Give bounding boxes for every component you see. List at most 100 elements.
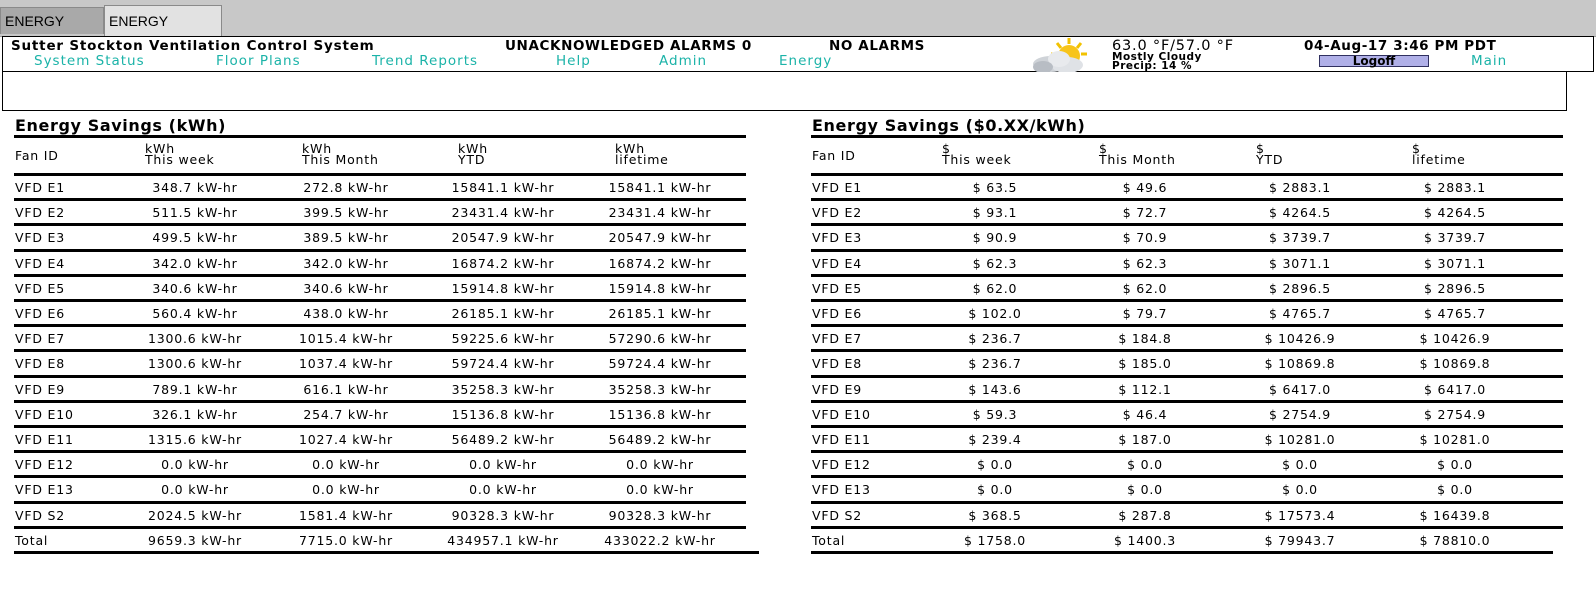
- table-cell: 389.5 kW-hr: [303, 230, 389, 245]
- table-cell: $ 2896.5: [1423, 281, 1487, 296]
- table-cell: $ 62.0: [1122, 281, 1168, 296]
- table-cell: $ 49.6: [1122, 180, 1168, 195]
- row-rule: [811, 450, 1563, 453]
- row-rule: [811, 526, 1563, 529]
- table-cell: $ 143.6: [968, 382, 1022, 397]
- nav-help[interactable]: Help: [556, 53, 591, 69]
- table-cell: 499.5 kW-hr: [152, 230, 238, 245]
- table-cell: 90328.3 kW-hr: [451, 508, 555, 523]
- table-cell: $ 6417.0: [1268, 382, 1332, 397]
- table-cell: $ 184.8: [1118, 331, 1172, 346]
- row-rule: [14, 425, 746, 428]
- table-cell: $ 0.0: [1437, 482, 1473, 497]
- table-header-rule: [811, 135, 1563, 138]
- fan-id: VFD S2: [15, 508, 66, 523]
- table-cell: 35258.3 kW-hr: [451, 382, 555, 397]
- table-cell: 59225.6 kW-hr: [451, 331, 555, 346]
- table-cell: 0.0 kW-hr: [626, 457, 694, 472]
- fan-id: VFD E4: [15, 256, 65, 271]
- table-cell: 434957.1 kW-hr: [447, 533, 559, 548]
- table-cell: 2024.5 kW-hr: [148, 508, 242, 523]
- table-cell: 1315.6 kW-hr: [148, 432, 242, 447]
- column-header: $ lifetime: [1412, 142, 1466, 166]
- fan-id: VFD E4: [812, 256, 862, 271]
- unacknowledged-alarms[interactable]: UNACKNOWLEDGED ALARMS 0: [505, 38, 752, 54]
- fan-id: VFD E8: [15, 356, 65, 371]
- datetime: 04-Aug-17 3:46 PM PDT: [1304, 38, 1497, 54]
- table-cell: 616.1 kW-hr: [303, 382, 389, 397]
- table-cell: $ 72.7: [1122, 205, 1168, 220]
- row-rule: [14, 475, 746, 478]
- row-rule: [811, 349, 1563, 352]
- table-cell: $ 0.0: [977, 482, 1013, 497]
- fan-id: VFD E9: [15, 382, 65, 397]
- nav-floor-plans[interactable]: Floor Plans: [216, 53, 301, 69]
- table-cell: $ 1758.0: [963, 533, 1027, 548]
- table-cell: 1300.6 kW-hr: [148, 331, 242, 346]
- row-rule: [14, 198, 746, 201]
- partly-cloudy-icon: [1033, 38, 1087, 73]
- table-cell: 15841.1 kW-hr: [451, 180, 555, 195]
- table-cell: 15136.8 kW-hr: [608, 407, 712, 422]
- table-cell: 90328.3 kW-hr: [608, 508, 712, 523]
- fan-id: VFD E11: [812, 432, 871, 447]
- table-cell: $ 2883.1: [1423, 180, 1487, 195]
- logoff-button[interactable]: Logoff: [1319, 55, 1429, 67]
- table-cell: 0.0 kW-hr: [312, 457, 380, 472]
- row-rule: [14, 249, 746, 252]
- table-cell: 0.0 kW-hr: [161, 482, 229, 497]
- column-header: kWh YTD: [458, 142, 488, 166]
- table-cell: 399.5 kW-hr: [303, 205, 389, 220]
- nav-trend-reports[interactable]: Trend Reports: [372, 53, 478, 69]
- table-cell: $ 287.8: [1118, 508, 1172, 523]
- table-cell: $ 16439.8: [1419, 508, 1491, 523]
- row-rule: [811, 475, 1563, 478]
- tab-energy-savings[interactable]: ENERGY SAVINGS: [104, 5, 222, 60]
- fan-id: VFD E3: [812, 230, 862, 245]
- row-rule: [14, 501, 746, 504]
- table-cell: $ 0.0: [977, 457, 1013, 472]
- alarm-status[interactable]: NO ALARMS: [829, 38, 925, 54]
- nav-admin[interactable]: Admin: [659, 53, 707, 69]
- table-cell: $ 368.5: [968, 508, 1022, 523]
- table-cell: 340.6 kW-hr: [152, 281, 238, 296]
- table-cell: 0.0 kW-hr: [161, 457, 229, 472]
- fan-id: VFD E5: [15, 281, 65, 296]
- row-rule: [811, 425, 1563, 428]
- table-cell: 254.7 kW-hr: [303, 407, 389, 422]
- table-cell: 789.1 kW-hr: [152, 382, 238, 397]
- row-rule: [14, 299, 746, 302]
- fan-id: VFD E6: [15, 306, 65, 321]
- table-cell: $ 10281.0: [1419, 432, 1491, 447]
- table-cell: $ 93.1: [972, 205, 1018, 220]
- table-cell: $ 62.3: [972, 256, 1018, 271]
- total-label: Total: [15, 533, 49, 548]
- table-cell: $ 4264.5: [1268, 205, 1332, 220]
- tab-energy-usage[interactable]: ENERGY USAGE: [0, 7, 104, 56]
- table-cell: 0.0 kW-hr: [469, 482, 537, 497]
- table-cell: $ 3739.7: [1423, 230, 1487, 245]
- fan-id: VFD E2: [812, 205, 862, 220]
- table-cell: $ 185.0: [1118, 356, 1172, 371]
- table-cell: 26185.1 kW-hr: [451, 306, 555, 321]
- table-cell: $ 4264.5: [1423, 205, 1487, 220]
- table-cell: $ 70.9: [1122, 230, 1168, 245]
- table-cell: $ 17573.4: [1264, 508, 1336, 523]
- column-header: Fan ID: [812, 148, 856, 163]
- nav-energy[interactable]: Energy: [779, 53, 832, 69]
- table-cell: 15136.8 kW-hr: [451, 407, 555, 422]
- table-cell: $ 0.0: [1282, 482, 1318, 497]
- row-rule: [811, 223, 1563, 226]
- cost-table-title: Energy Savings ($0.XX/kWh): [812, 116, 1086, 135]
- table-cell: $ 3071.1: [1423, 256, 1487, 271]
- table-cell: $ 3739.7: [1268, 230, 1332, 245]
- kwh-table-title: Energy Savings (kWh): [15, 116, 226, 135]
- column-header-label: Fan ID: [812, 148, 856, 163]
- row-rule: [811, 324, 1563, 327]
- fan-id: VFD E13: [15, 482, 74, 497]
- table-cell: 1015.4 kW-hr: [299, 331, 393, 346]
- nav-main[interactable]: Main: [1471, 53, 1507, 69]
- column-header: kWh This Month: [302, 142, 379, 166]
- nav-system-status[interactable]: System Status: [34, 53, 145, 69]
- table-cell: 35258.3 kW-hr: [608, 382, 712, 397]
